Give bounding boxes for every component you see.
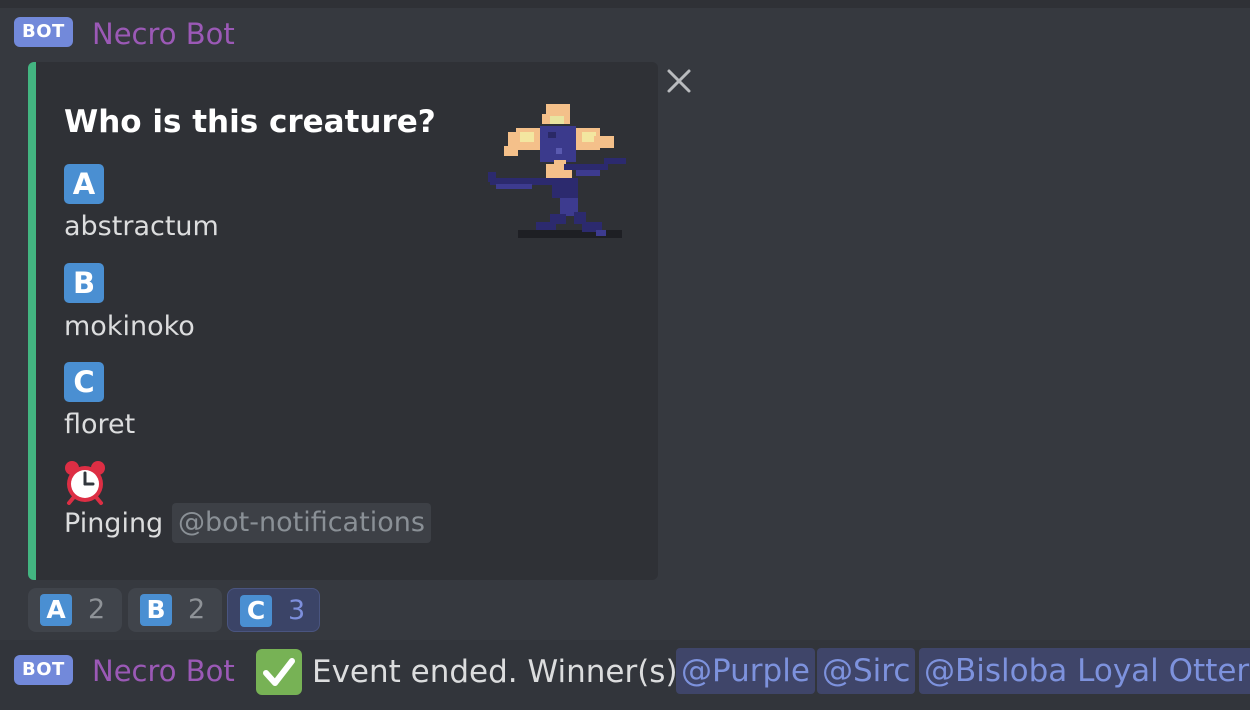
option-a-text: abstractum: [64, 211, 219, 242]
reaction-a-count: 2: [88, 594, 106, 625]
check-mark-icon: [256, 649, 302, 695]
author-name-2[interactable]: Necro Bot: [92, 653, 235, 689]
reaction-c[interactable]: C 3: [227, 588, 320, 632]
bot-badge: BOT: [14, 17, 73, 47]
option-b-emoji: B: [64, 263, 104, 303]
quiz-embed: Who is this creature? A abstractum B mok…: [28, 62, 658, 580]
reaction-b-emoji: B: [140, 594, 172, 626]
reaction-a-emoji: A: [40, 594, 72, 626]
bot-badge-2: BOT: [14, 655, 73, 685]
option-c-text: floret: [64, 409, 136, 440]
reaction-c-emoji: C: [240, 595, 272, 627]
ping-text: Pinging: [64, 508, 164, 539]
alarm-clock-icon: [65, 461, 105, 505]
top-strip: [0, 0, 1250, 8]
option-c-emoji: C: [64, 362, 104, 402]
option-b-text: mokinoko: [64, 311, 195, 342]
reaction-a[interactable]: A 2: [28, 588, 122, 632]
close-icon[interactable]: [664, 66, 694, 96]
user-mention-bisloba[interactable]: @Bisloba Loyal Otter: [919, 648, 1250, 694]
user-mention-sirc[interactable]: @Sirc: [817, 648, 916, 694]
option-a-emoji: A: [64, 164, 104, 204]
reaction-b[interactable]: B 2: [128, 588, 222, 632]
user-mention-purple[interactable]: @Purple: [676, 648, 815, 694]
author-name[interactable]: Necro Bot: [92, 16, 235, 52]
reaction-b-count: 2: [188, 594, 206, 625]
event-ended-text: Event ended. Winner(s):: [312, 654, 688, 690]
embed-title: Who is this creature?: [64, 104, 436, 140]
creature-image: [488, 104, 626, 238]
reaction-c-count: 3: [288, 595, 306, 626]
role-mention[interactable]: @bot-notifications: [172, 503, 431, 543]
